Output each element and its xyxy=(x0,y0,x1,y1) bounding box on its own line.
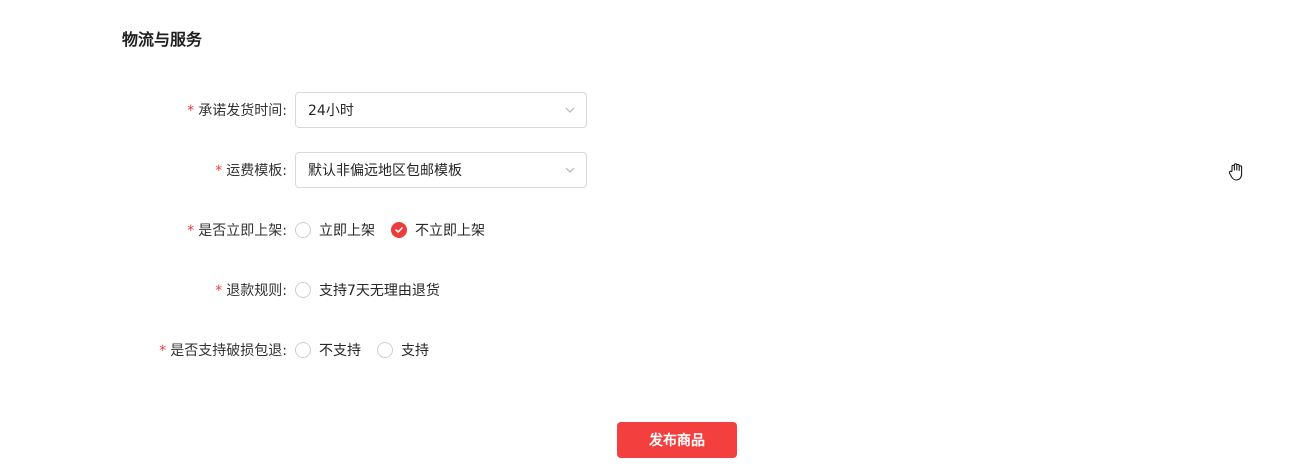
publish-button[interactable]: 发布商品 xyxy=(617,422,737,458)
list-now-radio-group: 立即上架 不立即上架 xyxy=(295,220,501,240)
radio-not-list-now[interactable]: 不立即上架 xyxy=(391,220,485,240)
radio-label: 支持7天无理由退货 xyxy=(319,283,440,299)
check-icon xyxy=(391,222,407,238)
delivery-time-select[interactable]: 24小时 xyxy=(295,92,587,128)
radio-unchecked-icon xyxy=(295,222,311,238)
radio-not-support[interactable]: 不支持 xyxy=(295,340,361,360)
required-mark: * xyxy=(215,283,223,299)
logistics-service-form: 物流与服务 * 承诺发货时间: 24小时 * 运费模板: 默认非偏远地区包邮模板 *… xyxy=(0,0,1315,470)
radio-label: 立即上架 xyxy=(319,223,375,239)
radio-support[interactable]: 支持 xyxy=(377,340,429,360)
radio-label: 不支持 xyxy=(319,343,361,359)
shipping-template-label: * 运费模板: xyxy=(0,160,287,180)
shipping-template-row: * 运费模板: 默认非偏远地区包邮模板 xyxy=(0,152,587,188)
delivery-time-value: 24小时 xyxy=(308,103,354,119)
hand-cursor-icon xyxy=(1228,162,1246,182)
refund-rule-row: * 退款规则: 支持7天无理由退货 xyxy=(0,272,456,308)
damage-return-row: * 是否支持破损包退: 不支持 支持 xyxy=(0,332,445,368)
radio-unchecked-icon xyxy=(377,342,393,358)
radio-list-now[interactable]: 立即上架 xyxy=(295,220,375,240)
radio-unchecked-icon xyxy=(295,282,311,298)
required-mark: * xyxy=(187,103,195,119)
radio-unchecked-icon xyxy=(295,342,311,358)
shipping-template-label-text: 运费模板: xyxy=(226,163,287,179)
section-title: 物流与服务 xyxy=(122,30,203,49)
delivery-time-label: * 承诺发货时间: xyxy=(0,100,287,120)
list-now-label: * 是否立即上架: xyxy=(0,220,287,240)
chevron-down-icon xyxy=(565,165,575,175)
shipping-template-select[interactable]: 默认非偏远地区包邮模板 xyxy=(295,152,587,188)
radio-7day-return[interactable]: 支持7天无理由退货 xyxy=(295,280,440,300)
delivery-time-row: * 承诺发货时间: 24小时 xyxy=(0,92,587,128)
refund-rule-radio-group: 支持7天无理由退货 xyxy=(295,280,456,300)
damage-return-label-text: 是否支持破损包退: xyxy=(170,343,287,359)
radio-label: 支持 xyxy=(401,343,429,359)
shipping-template-value: 默认非偏远地区包邮模板 xyxy=(308,163,462,179)
required-mark: * xyxy=(215,163,223,179)
chevron-down-icon xyxy=(565,105,575,115)
delivery-time-label-text: 承诺发货时间: xyxy=(198,103,287,119)
required-mark: * xyxy=(187,223,195,239)
radio-label: 不立即上架 xyxy=(415,223,485,239)
damage-return-label: * 是否支持破损包退: xyxy=(0,340,287,360)
refund-rule-label-text: 退款规则: xyxy=(226,283,287,299)
required-mark: * xyxy=(159,343,167,359)
list-now-label-text: 是否立即上架: xyxy=(198,223,287,239)
refund-rule-label: * 退款规则: xyxy=(0,280,287,300)
list-now-row: * 是否立即上架: 立即上架 不立即上架 xyxy=(0,212,501,248)
damage-return-radio-group: 不支持 支持 xyxy=(295,340,445,360)
